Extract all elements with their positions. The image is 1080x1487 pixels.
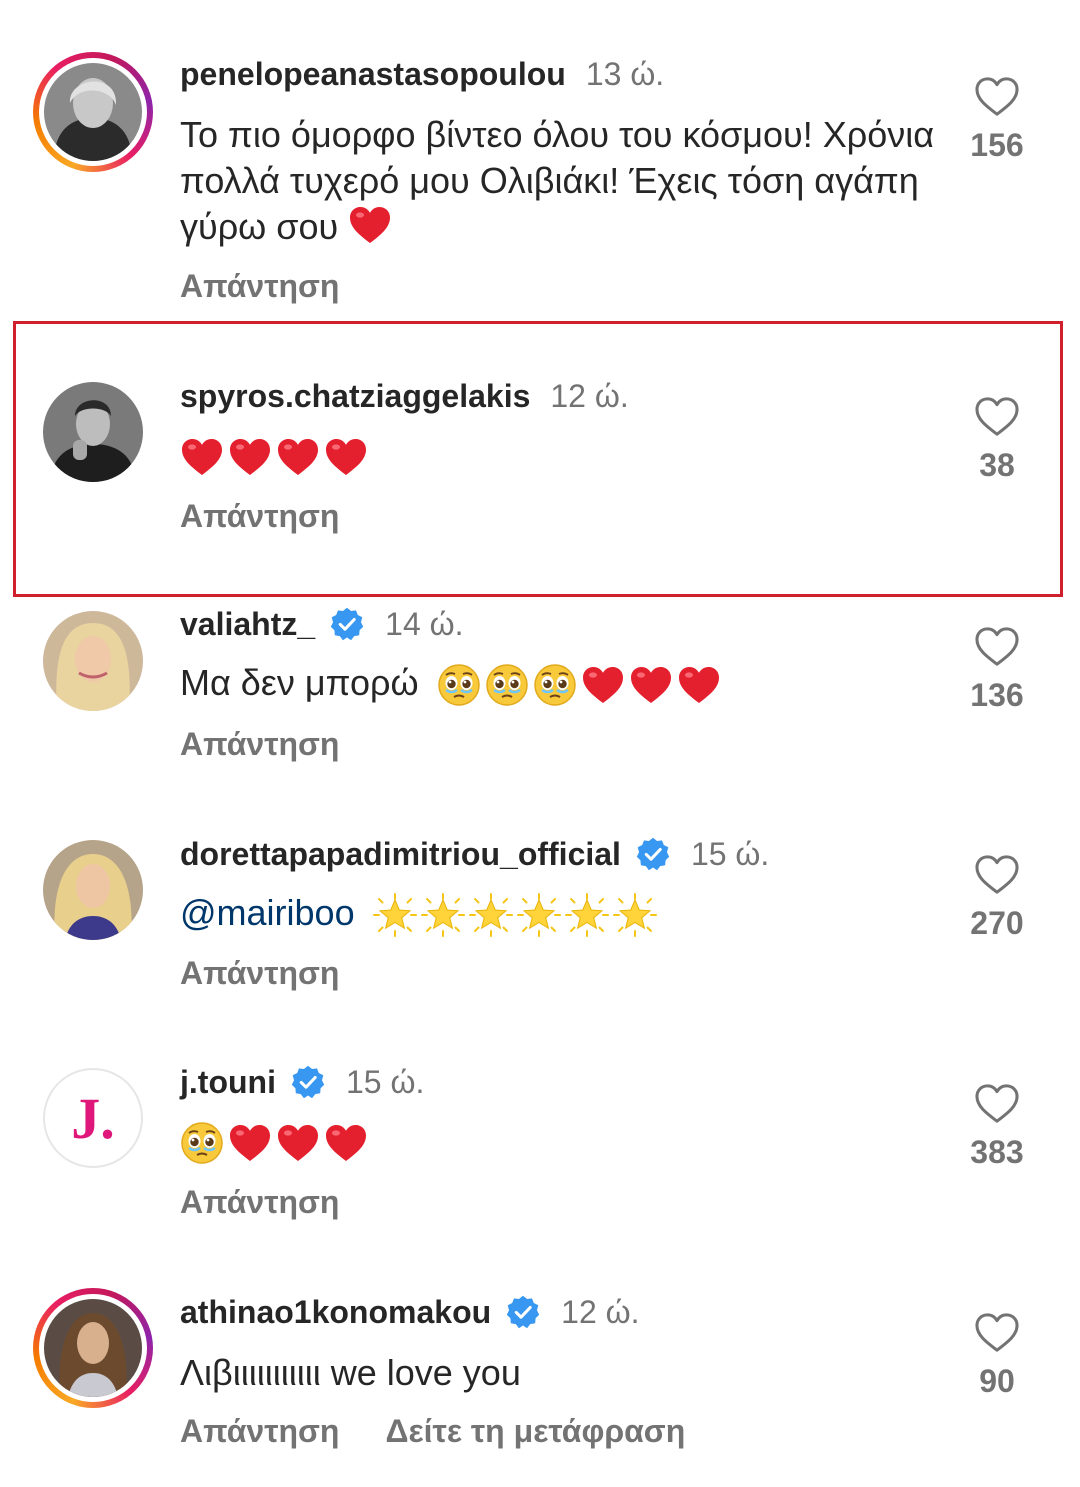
avatar[interactable] [33,601,153,721]
avatar[interactable] [33,52,153,172]
like-control: 156 [950,76,1044,164]
red-heart-icon [324,1123,368,1163]
comment-text-container: Λιβιιιιιιιιιιι we love you [180,1350,940,1396]
reply-button[interactable]: Απάντηση [180,266,339,306]
star-icon [373,893,417,937]
timestamp: 15 ώ. [690,836,770,872]
like-control: 38 [950,396,1044,484]
username[interactable]: athinao1konomakou [180,1292,491,1332]
verified-badge-icon [329,606,365,642]
pleading-face-icon [180,1121,224,1165]
like-heart-icon[interactable] [974,1312,1020,1354]
like-control: 270 [950,854,1044,942]
red-heart-icon [677,665,721,705]
avatar[interactable] [33,830,153,950]
comment-text-container: Το πιο όμορφο βίντεο όλου του κόσμου! Χρ… [180,112,940,250]
avatar[interactable]: J. [33,1058,153,1178]
like-heart-icon[interactable] [974,1083,1020,1125]
timestamp: 12 ώ. [550,378,629,414]
like-control: 383 [950,1083,1044,1171]
timestamp: 14 ώ. [385,606,464,642]
timestamp: 15 ώ. [345,1064,425,1100]
like-heart-icon[interactable] [974,626,1020,668]
red-heart-icon [348,205,392,245]
emoji-row [373,893,657,937]
reply-button[interactable]: Απάντηση [180,953,339,993]
like-control: 136 [950,626,1044,714]
avatar[interactable] [33,1288,153,1408]
reply-button[interactable]: Απάντηση [180,1182,339,1222]
comment-text-container: @mairiboo [180,890,940,937]
timestamp: 13 ώ. [585,56,665,92]
comment-text: Λιβιιιιιιιιιιι we love you [180,1352,521,1393]
comment-text-container [180,432,940,478]
username[interactable]: valiahtz_ [180,604,315,644]
verified-badge-icon [635,836,671,872]
timestamp: 12 ώ. [561,1294,640,1330]
reply-button[interactable]: Απάντηση [180,496,339,536]
reply-button[interactable]: Απάντηση [180,724,339,764]
username[interactable]: penelopeanastasopoulou [180,54,566,94]
like-heart-icon[interactable] [974,76,1020,118]
star-icon [613,893,657,937]
avatar-photo [43,382,143,482]
comment-text-container: Μα δεν μπορώ [180,660,940,707]
username[interactable]: dorettapapadimitriou_official [180,834,621,874]
like-count[interactable]: 156 [950,126,1044,164]
story-ring [33,52,153,172]
avatar-photo [43,840,143,940]
red-heart-icon [581,665,625,705]
like-count[interactable]: 136 [950,676,1044,714]
comment-text: Μα δεν μπορώ [180,662,419,703]
star-icon [517,893,561,937]
red-heart-icon [180,437,224,477]
star-icon [469,893,513,937]
like-count[interactable]: 270 [950,904,1044,942]
comment-text: Το πιο όμορφο βίντεο όλου του κόσμου! Χρ… [180,114,935,247]
emoji-row [437,663,721,707]
like-count[interactable]: 90 [950,1362,1044,1400]
red-heart-icon [324,437,368,477]
red-heart-icon [228,437,272,477]
verified-badge-icon [290,1064,326,1100]
emoji-row [180,1121,368,1165]
username[interactable]: spyros.chatziaggelakis [180,376,530,416]
avatar-photo: J. [43,1068,143,1168]
red-heart-icon [629,665,673,705]
pleading-face-icon [533,663,577,707]
username[interactable]: j.touni [180,1062,276,1102]
story-ring [33,1288,153,1408]
avatar-photo [44,1299,142,1397]
mention-link[interactable]: @mairiboo [180,892,355,933]
star-icon [565,893,609,937]
like-count[interactable]: 383 [950,1133,1044,1171]
like-heart-icon[interactable] [974,396,1020,438]
emoji-row [180,437,368,477]
like-control: 90 [950,1312,1044,1400]
like-heart-icon[interactable] [974,854,1020,896]
pleading-face-icon [485,663,529,707]
reply-button[interactable]: Απάντηση [180,1411,339,1451]
like-count[interactable]: 38 [950,446,1044,484]
red-heart-icon [276,437,320,477]
verified-badge-icon [505,1294,541,1330]
avatar-photo [44,63,142,161]
translate-button[interactable]: Δείτε τη μετάφραση [385,1411,685,1451]
red-heart-icon [228,1123,272,1163]
avatar-letter: J. [71,1085,115,1151]
pleading-face-icon [437,663,481,707]
star-icon [421,893,465,937]
avatar-photo [43,611,143,711]
avatar[interactable] [33,372,153,492]
red-heart-icon [276,1123,320,1163]
comment-text-container [180,1118,940,1165]
